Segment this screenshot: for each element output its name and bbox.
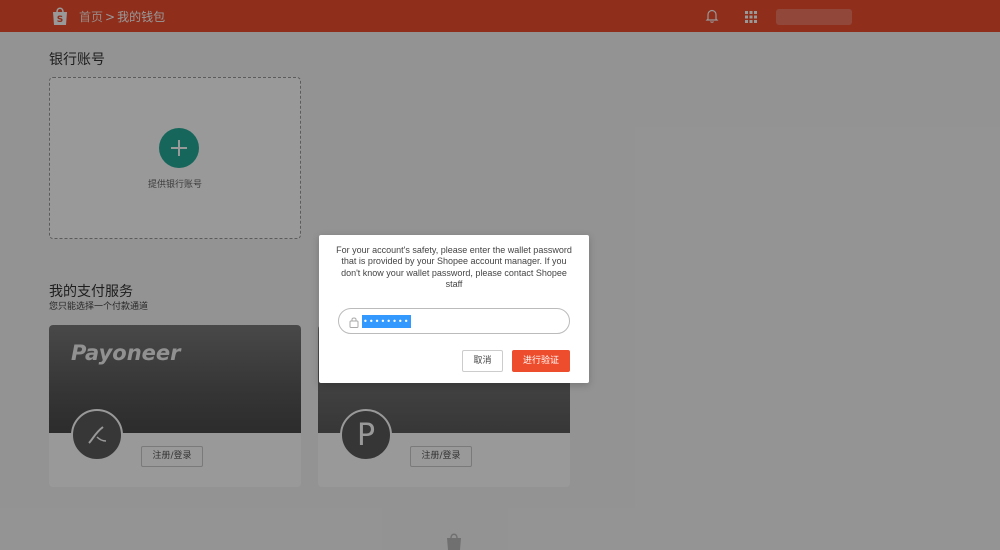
cancel-button[interactable]: 取消	[462, 350, 503, 372]
dialog-message: For your account's safety, please enter …	[336, 245, 572, 290]
wallet-password-input[interactable]: ••••••••	[338, 308, 570, 334]
lock-icon	[349, 317, 359, 328]
password-value: ••••••••	[362, 315, 411, 328]
verify-button[interactable]: 进行验证	[512, 350, 570, 372]
wallet-password-dialog: For your account's safety, please enter …	[319, 235, 589, 383]
